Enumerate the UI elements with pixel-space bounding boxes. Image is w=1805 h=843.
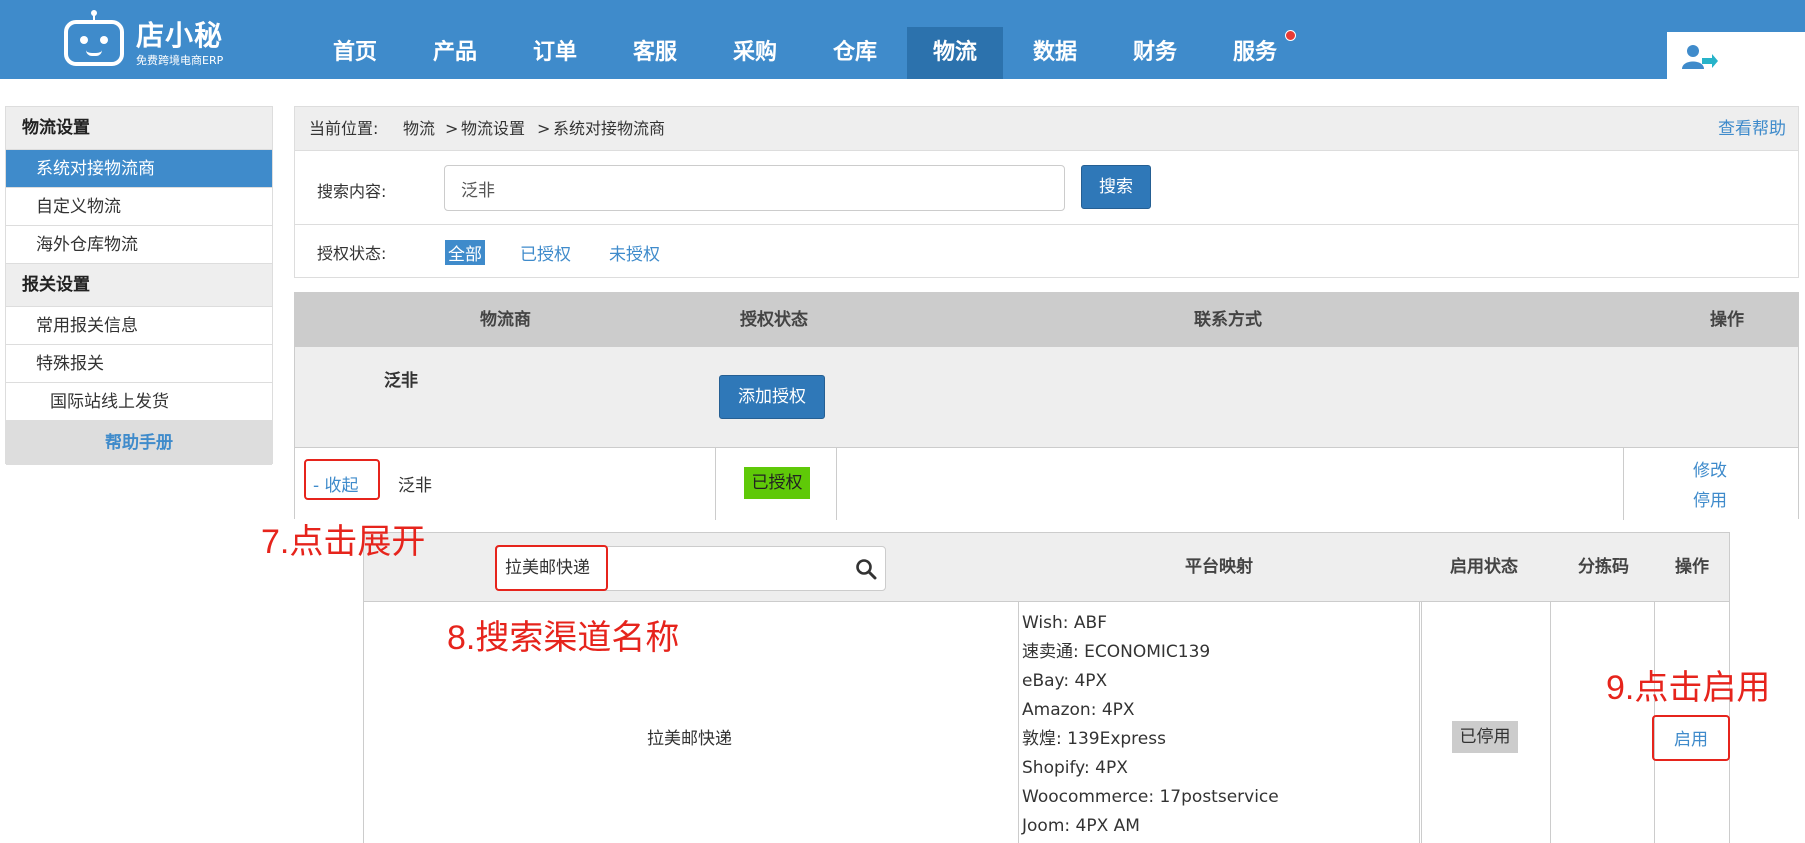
mapping-joom: Joom: 4PX AM (1022, 816, 1140, 836)
nav-customer-service[interactable]: 客服 (607, 27, 703, 79)
logo-subtitle: 免费跨境电商ERP (136, 54, 224, 67)
breadcrumb-logistics[interactable]: 物流 (403, 107, 435, 151)
annotation-box-collapse (304, 459, 380, 500)
mapping-woocommerce: Woocommerce: 17postservice (1022, 787, 1279, 807)
sidebar-item-special-customs[interactable]: 特殊报关 (6, 345, 272, 383)
header-auth-status: 授权状态 (740, 310, 808, 330)
sidebar-item-integrated-carriers[interactable]: 系统对接物流商 (6, 150, 272, 188)
sidebar-section-customs-settings: 报关设置 (6, 264, 272, 307)
search-icon[interactable] (855, 558, 877, 580)
authorized-badge: 已授权 (744, 467, 810, 499)
sidebar-item-customs-info[interactable]: 常用报关信息 (6, 307, 272, 345)
filter-unauthorized[interactable]: 未授权 (609, 240, 660, 265)
robot-logo-icon (64, 20, 124, 66)
mapping-aliexpress: 速卖通: ECONOMIC139 (1022, 642, 1211, 662)
top-bar: 店小秘 免费跨境电商ERP 首页 产品 订单 客服 采购 仓库 物流 数据 财务… (0, 0, 1805, 79)
carrier-group-row: 泛非 添加授权 (295, 347, 1798, 448)
nav-home[interactable]: 首页 (307, 27, 403, 79)
carrier-name: 泛非 (398, 476, 432, 496)
header-actions: 操作 (1710, 310, 1744, 330)
search-label: 搜索内容: (317, 182, 387, 201)
platform-mapping-list: Wish: ABF 速卖通: ECONOMIC139 eBay: 4PX Ama… (1022, 609, 1279, 841)
filter-all[interactable]: 全部 (445, 240, 485, 265)
nav-data[interactable]: 数据 (1007, 27, 1103, 79)
search-panel: 当前位置: 物流 > 物流设置 > 系统对接物流商 查看帮助 搜索内容: 搜索 … (294, 106, 1799, 278)
carrier-table-header: 物流商 授权状态 联系方式 操作 (295, 293, 1798, 347)
annotation-step-9: 9.点击启用 (1606, 669, 1771, 707)
sidebar-item-intl-online-shipping[interactable]: 国际站线上发货 (6, 383, 272, 421)
breadcrumb: 当前位置: 物流 > 物流设置 > 系统对接物流商 查看帮助 (295, 107, 1798, 151)
notification-dot (1285, 30, 1296, 41)
annotation-step-8: 8.搜索渠道名称 (447, 619, 680, 657)
mapping-amazon: Amazon: 4PX (1022, 700, 1135, 720)
add-authorization-button[interactable]: 添加授权 (719, 375, 825, 419)
sidebar: 物流设置 系统对接物流商 自定义物流 海外仓库物流 报关设置 常用报关信息 特殊… (5, 106, 273, 465)
breadcrumb-separator: > (445, 119, 459, 138)
logo-title: 店小秘 (136, 19, 224, 52)
user-switch-icon (1682, 45, 1718, 69)
annotation-step-7: 7.点击展开 (261, 523, 426, 561)
mapping-ebay: eBay: 4PX (1022, 671, 1108, 691)
logo[interactable]: 店小秘 免费跨境电商ERP (64, 10, 234, 68)
mapping-shopify: Shopify: 4PX (1022, 758, 1128, 778)
sidebar-item-overseas-warehouse[interactable]: 海外仓库物流 (6, 226, 272, 264)
carrier-table: 物流商 授权状态 联系方式 操作 泛非 添加授权 - 收起 泛非 已授权 修改 … (294, 292, 1799, 520)
breadcrumb-label: 当前位置: (309, 119, 379, 138)
sidebar-item-custom-logistics[interactable]: 自定义物流 (6, 188, 272, 226)
search-button[interactable]: 搜索 (1081, 165, 1151, 209)
filter-authorized[interactable]: 已授权 (520, 240, 571, 265)
header-enable-status: 启用状态 (1450, 557, 1518, 577)
search-input[interactable] (444, 165, 1065, 211)
mapping-wish: Wish: ABF (1022, 613, 1107, 633)
edit-link[interactable]: 修改 (1693, 456, 1727, 481)
nav-products[interactable]: 产品 (407, 27, 503, 79)
annotation-box-enable (1652, 715, 1730, 761)
panel-divider (295, 224, 1798, 225)
header-platform-mapping: 平台映射 (1185, 557, 1253, 577)
carrier-group-name: 泛非 (384, 371, 418, 391)
header-channel-actions: 操作 (1675, 557, 1709, 577)
nav-orders[interactable]: 订单 (507, 27, 603, 79)
mapping-dhgate: 敦煌: 139Express (1022, 729, 1166, 749)
header-sort-code: 分拣码 (1578, 557, 1629, 577)
user-menu[interactable] (1667, 32, 1805, 79)
nav-warehouse[interactable]: 仓库 (807, 27, 903, 79)
breadcrumb-separator: > (537, 119, 551, 138)
header-contact: 联系方式 (1194, 310, 1262, 330)
help-manual-link[interactable]: 帮助手册 (6, 421, 272, 465)
carrier-row: - 收起 泛非 已授权 修改 停用 (295, 448, 1798, 520)
view-help-link[interactable]: 查看帮助 (1718, 107, 1786, 151)
channel-name: 拉美邮快递 (647, 729, 732, 749)
breadcrumb-current: 系统对接物流商 (553, 119, 666, 138)
sidebar-section-logistics-settings: 物流设置 (6, 107, 272, 150)
auth-status-label: 授权状态: (317, 244, 387, 263)
disable-link[interactable]: 停用 (1693, 486, 1727, 511)
breadcrumb-logistics-settings[interactable]: 物流设置 (461, 107, 525, 151)
nav-logistics[interactable]: 物流 (907, 27, 1003, 79)
header-carrier: 物流商 (480, 310, 531, 330)
annotation-box-search (495, 545, 608, 591)
nav-purchasing[interactable]: 采购 (707, 27, 803, 79)
nav-finance[interactable]: 财务 (1107, 27, 1203, 79)
disabled-status-badge: 已停用 (1452, 721, 1518, 753)
